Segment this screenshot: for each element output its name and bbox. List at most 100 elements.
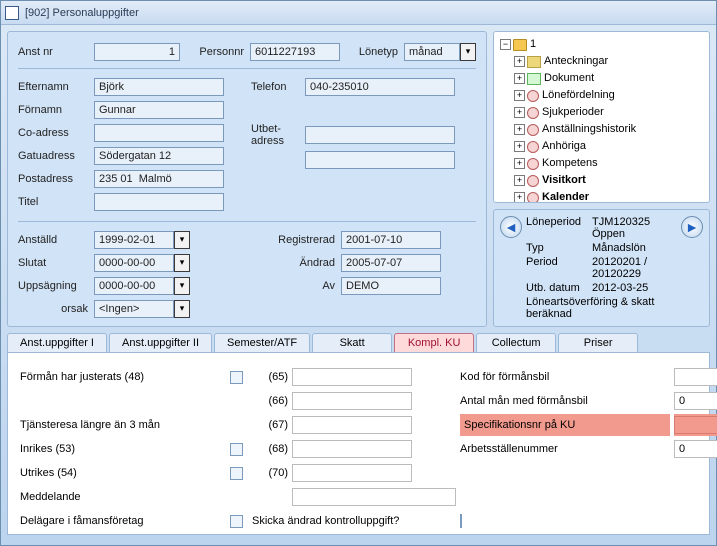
tab-priser[interactable]: Priser — [558, 333, 638, 352]
label-70: (70) — [252, 467, 288, 479]
label-tjansteresa: Tjänsteresa längre än 3 mån — [20, 419, 220, 431]
ppl-icon — [527, 175, 539, 187]
note-icon — [527, 56, 541, 68]
expand-icon[interactable]: + — [514, 73, 525, 84]
label-slutat: Slutat — [18, 257, 94, 269]
tree-root-label: 1 — [530, 36, 536, 53]
tab-skatt[interactable]: Skatt — [312, 333, 392, 352]
anstalld-date[interactable] — [94, 231, 174, 249]
label-antal: Antal mån med förmånsbil — [460, 395, 670, 407]
label-coadress: Co-adress — [18, 127, 94, 139]
collapse-icon[interactable]: − — [500, 39, 511, 50]
orsak-dropdown-icon[interactable]: ▾ — [174, 300, 190, 318]
anstalld-dropdown-icon[interactable]: ▾ — [174, 231, 190, 249]
postadress-input[interactable] — [94, 170, 224, 188]
label-arbets: Arbetsställenummer — [460, 443, 670, 455]
efternamn-input[interactable] — [94, 78, 224, 96]
personnr-input[interactable] — [250, 43, 340, 61]
lonetyp-select[interactable] — [404, 43, 460, 61]
tab-kompl-ku[interactable]: Kompl. KU — [394, 333, 474, 352]
tree-item[interactable]: +Kalender — [514, 189, 703, 203]
label-utbetadress: Utbet-adress — [251, 123, 305, 147]
label-skicka: Skicka ändrad kontrolluppgift? — [252, 515, 456, 527]
code67-input[interactable] — [292, 416, 412, 434]
expand-icon[interactable]: + — [514, 192, 525, 203]
code66-input[interactable] — [292, 392, 412, 410]
expand-icon[interactable]: + — [514, 90, 525, 101]
tree-item[interactable]: +Sjukperioder — [514, 104, 703, 121]
label-telefon: Telefon — [251, 81, 305, 93]
ppl-icon — [527, 158, 539, 170]
label-efternamn: Efternamn — [18, 81, 94, 93]
ppl-icon — [527, 141, 539, 153]
inrikes-checkbox[interactable] — [230, 443, 243, 456]
utrikes-checkbox[interactable] — [230, 467, 243, 480]
fornamn-input[interactable] — [94, 101, 224, 119]
anstnr-input[interactable] — [94, 43, 180, 61]
app-window: [902] Personaluppgifter Anst nr Personnr… — [0, 0, 717, 546]
tree-item[interactable]: +Lönefördelning — [514, 87, 703, 104]
label-loneperiod: Löneperiod — [526, 216, 592, 240]
expand-icon[interactable]: + — [514, 56, 525, 67]
code65-input[interactable] — [292, 368, 412, 386]
label-typ: Typ — [526, 242, 592, 254]
next-period-button[interactable]: ► — [681, 216, 703, 238]
tree-item[interactable]: +Anhöriga — [514, 138, 703, 155]
slutat-dropdown-icon[interactable]: ▾ — [174, 254, 190, 272]
uppsagning-date[interactable] — [94, 277, 174, 295]
tab-collectum[interactable]: Collectum — [476, 333, 556, 352]
tree-view[interactable]: − 1 +Anteckningar+Dokument+Lönefördelnin… — [493, 31, 710, 203]
slutat-date[interactable] — [94, 254, 174, 272]
expand-icon[interactable]: + — [514, 124, 525, 135]
ppl-icon — [527, 192, 539, 204]
tab-semester-atf[interactable]: Semester/ATF — [214, 333, 310, 352]
expand-icon[interactable]: + — [514, 107, 525, 118]
label-66: (66) — [252, 395, 288, 407]
skicka-checkbox[interactable] — [460, 514, 462, 528]
label-lonetyp: Lönetyp — [340, 46, 404, 58]
lonetyp-dropdown-icon[interactable]: ▾ — [460, 43, 476, 61]
andrad-field — [341, 254, 441, 272]
arbets-input[interactable] — [674, 440, 717, 458]
utbetadress2-input[interactable] — [305, 151, 455, 169]
tree-item[interactable]: +Kompetens — [514, 155, 703, 172]
uppsagning-dropdown-icon[interactable]: ▾ — [174, 277, 190, 295]
prev-period-button[interactable]: ◄ — [500, 216, 522, 238]
expand-icon[interactable]: + — [514, 175, 525, 186]
gatuadress-input[interactable] — [94, 147, 224, 165]
tree-item[interactable]: +Visitkort — [514, 172, 703, 189]
orsak-select[interactable] — [94, 300, 174, 318]
label-av: Av — [251, 280, 341, 292]
forman-checkbox[interactable] — [230, 371, 243, 384]
ppl-icon — [527, 90, 539, 102]
tab-bar: Anst.uppgifter IAnst.uppgifter IISemeste… — [7, 333, 710, 353]
value-typ: Månadslön — [592, 242, 677, 254]
label-registrerad: Registrerad — [251, 234, 341, 246]
label-meddelande: Meddelande — [20, 491, 220, 503]
expand-icon[interactable]: + — [514, 158, 525, 169]
tree-item[interactable]: +Anställningshistorik — [514, 121, 703, 138]
tree-root[interactable]: − 1 — [500, 36, 703, 53]
utbetadress1-input[interactable] — [305, 126, 455, 144]
tab-anst-uppgifter-ii[interactable]: Anst.uppgifter II — [109, 333, 212, 352]
titel-input[interactable] — [94, 193, 224, 211]
label-postadress: Postadress — [18, 173, 94, 185]
label-kod: Kod för förmånsbil — [460, 371, 670, 383]
label-65: (65) — [252, 371, 288, 383]
meddelande-input[interactable] — [292, 488, 456, 506]
tree-item[interactable]: +Anteckningar — [514, 53, 703, 70]
delagare-checkbox[interactable] — [230, 515, 243, 528]
value-loneperiod: TJM120325 Öppen — [592, 216, 677, 240]
tree-item[interactable]: +Dokument — [514, 70, 703, 87]
code68-input[interactable] — [292, 440, 412, 458]
kod-input[interactable] — [674, 368, 717, 386]
tab-panel-kompl-ku: Förmån har justerats (48) (65) Kod för f… — [7, 353, 710, 535]
code70-input[interactable] — [292, 464, 412, 482]
coadress-input[interactable] — [94, 124, 224, 142]
expand-icon[interactable]: + — [514, 141, 525, 152]
spec-input[interactable] — [674, 416, 717, 434]
telefon-input[interactable] — [305, 78, 455, 96]
tab-anst-uppgifter-i[interactable]: Anst.uppgifter I — [7, 333, 107, 352]
label-uppsagning: Uppsägning — [18, 280, 94, 292]
antal-input[interactable] — [674, 392, 717, 410]
